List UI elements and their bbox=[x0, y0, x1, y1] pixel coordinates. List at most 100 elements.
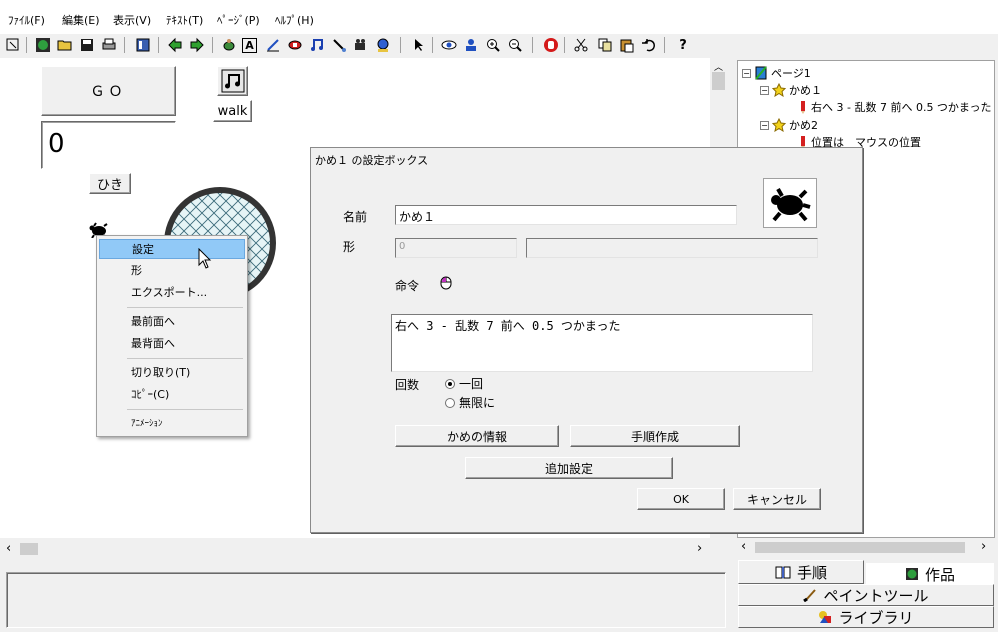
toolbar-separator bbox=[400, 37, 401, 53]
ctx-cut[interactable]: 切り取り(T) bbox=[99, 363, 245, 383]
turtle-icon bbox=[771, 188, 811, 222]
tree-turtle1-label: かめ１ bbox=[789, 84, 822, 97]
ctx-shape[interactable]: 形 bbox=[99, 261, 245, 281]
tab-procedure-label: 手順 bbox=[796, 563, 827, 582]
turtle-info-button[interactable]: かめの情報 bbox=[395, 425, 559, 447]
ok-button[interactable]: OK bbox=[637, 488, 725, 510]
turtle-shape-preview[interactable] bbox=[763, 178, 817, 228]
print-icon[interactable] bbox=[100, 36, 118, 54]
menu-page[interactable]: ﾍﾟｰｼﾞ(P) bbox=[217, 12, 260, 28]
ctx-copy[interactable]: ｺﾋﾟｰ(C) bbox=[99, 385, 245, 405]
radio-infinite-button[interactable] bbox=[445, 397, 455, 408]
tab-library-label: ライブラリ bbox=[838, 608, 914, 627]
eye-icon[interactable] bbox=[440, 36, 458, 54]
collapse-icon[interactable]: − bbox=[760, 120, 769, 130]
ctx-send-back[interactable]: 最背面へ bbox=[99, 334, 245, 354]
go-button[interactable]: ＧＯ bbox=[41, 66, 176, 116]
scroll-right-icon[interactable]: › bbox=[697, 541, 702, 556]
ctx-settings[interactable]: 設定 bbox=[99, 239, 245, 259]
stop-hand-icon[interactable] bbox=[542, 36, 560, 54]
tab-library[interactable]: ライブラリ bbox=[738, 606, 994, 628]
tab-works-label: 作品 bbox=[924, 565, 955, 584]
dialog-title: かめ１ の設定ボックス bbox=[315, 154, 429, 167]
scroll-thumb[interactable] bbox=[755, 542, 965, 553]
tree-turtle1-command[interactable]: 右へ 3 - 乱数 7 前へ 0.5 つかまった bbox=[798, 99, 992, 115]
undo-icon[interactable] bbox=[640, 36, 658, 54]
tab-paint-tool[interactable]: ペイントツール bbox=[738, 584, 994, 606]
star-icon bbox=[772, 83, 786, 97]
globe-icon[interactable] bbox=[34, 36, 52, 54]
forward-arrow-icon[interactable] bbox=[188, 36, 206, 54]
help-icon[interactable]: ? bbox=[674, 36, 692, 54]
tree-turtle1-command-label: 右へ 3 - 乱数 7 前へ 0.5 つかまった bbox=[811, 101, 992, 114]
toolbar-separator bbox=[26, 37, 27, 53]
walk-sound-label[interactable]: walk bbox=[213, 100, 252, 122]
scroll-thumb[interactable] bbox=[712, 72, 725, 90]
paste-icon[interactable] bbox=[618, 36, 636, 54]
shape-number-field[interactable]: 0 bbox=[395, 238, 517, 258]
scroll-thumb[interactable] bbox=[20, 543, 38, 555]
open-folder-icon[interactable] bbox=[56, 36, 74, 54]
extra-settings-button[interactable]: 追加設定 bbox=[465, 457, 673, 479]
zoom-in-icon[interactable] bbox=[484, 36, 502, 54]
new-window-icon[interactable] bbox=[4, 36, 22, 54]
radio-once-label: 一回 bbox=[459, 377, 484, 391]
save-icon[interactable] bbox=[78, 36, 96, 54]
create-procedure-button[interactable]: 手順作成 bbox=[570, 425, 740, 447]
back-arrow-icon[interactable] bbox=[166, 36, 184, 54]
menu-file[interactable]: ﾌｧｲﾙ(F) bbox=[8, 12, 45, 28]
menu-bar: ﾌｧｲﾙ(F) 編集(E) 表示(V) ﾃｷｽﾄ(T) ﾍﾟｰｼﾞ(P) ﾍﾙﾌ… bbox=[0, 0, 998, 36]
paint-tool-icon[interactable] bbox=[264, 36, 282, 54]
menu-edit[interactable]: 編集(E) bbox=[62, 12, 100, 28]
star-icon bbox=[772, 118, 786, 132]
message-area bbox=[6, 572, 726, 628]
brush-icon[interactable] bbox=[330, 36, 348, 54]
name-field[interactable]: かめ１ bbox=[395, 205, 737, 225]
collapse-icon[interactable]: − bbox=[742, 68, 751, 78]
web-icon[interactable] bbox=[374, 36, 392, 54]
command-text-area[interactable]: 右へ 3 - 乱数 7 前へ 0.5 つかまった bbox=[391, 314, 813, 372]
counter-label[interactable]: ひき bbox=[89, 173, 131, 194]
person-icon[interactable] bbox=[462, 36, 480, 54]
scissors-icon[interactable] bbox=[572, 36, 590, 54]
tree-horizontal-scrollbar[interactable]: ‹ › bbox=[737, 539, 995, 556]
command-label: 命令 bbox=[395, 279, 420, 293]
tab-procedure[interactable]: 手順 bbox=[738, 560, 864, 584]
stage-horizontal-scrollbar[interactable]: ‹ › bbox=[0, 540, 727, 558]
collapse-icon[interactable]: − bbox=[760, 85, 769, 95]
ctx-animation[interactable]: ｱﾆﾒｰｼｮﾝ bbox=[99, 414, 245, 434]
scroll-left-icon[interactable]: ‹ bbox=[6, 541, 11, 556]
menu-help[interactable]: ﾍﾙﾌﾟ(H) bbox=[275, 12, 314, 28]
toolbar-separator bbox=[158, 37, 159, 53]
toolbar-separator bbox=[564, 37, 565, 53]
tree-turtle1[interactable]: − かめ１ bbox=[760, 82, 822, 98]
ctx-bring-front[interactable]: 最前面へ bbox=[99, 312, 245, 332]
menu-view[interactable]: 表示(V) bbox=[113, 12, 151, 28]
tree-turtle2-label: かめ2 bbox=[789, 119, 818, 132]
turtle-tool-icon[interactable] bbox=[220, 36, 238, 54]
zoom-out-icon[interactable] bbox=[506, 36, 524, 54]
copy-icon[interactable] bbox=[596, 36, 614, 54]
stamp-tool-icon[interactable] bbox=[286, 36, 304, 54]
sound-icon[interactable] bbox=[217, 66, 248, 96]
ctx-export[interactable]: エクスポート... bbox=[99, 283, 245, 303]
scroll-right-icon[interactable]: › bbox=[981, 539, 986, 554]
music-icon[interactable] bbox=[308, 36, 326, 54]
layout-icon[interactable] bbox=[134, 36, 152, 54]
radio-once-button[interactable] bbox=[445, 378, 455, 389]
movie-icon[interactable] bbox=[352, 36, 370, 54]
radio-infinite[interactable]: 無限に bbox=[445, 394, 495, 411]
tree-page[interactable]: − ページ1 bbox=[742, 65, 811, 81]
tree-page-label: ページ1 bbox=[771, 67, 811, 80]
radio-once[interactable]: 一回 bbox=[445, 375, 483, 392]
tab-works[interactable]: 作品 bbox=[866, 563, 994, 585]
tree-turtle2[interactable]: − かめ2 bbox=[760, 117, 818, 133]
pointer-icon[interactable] bbox=[410, 36, 428, 54]
scroll-left-icon[interactable]: ‹ bbox=[741, 539, 746, 554]
menu-text[interactable]: ﾃｷｽﾄ(T) bbox=[166, 12, 203, 28]
cancel-button[interactable]: キャンセル bbox=[733, 488, 821, 510]
name-label: 名前 bbox=[343, 210, 368, 224]
shape-name-field[interactable] bbox=[526, 238, 818, 258]
text-tool-icon[interactable]: A bbox=[242, 38, 257, 53]
mouse-icon bbox=[440, 276, 452, 290]
